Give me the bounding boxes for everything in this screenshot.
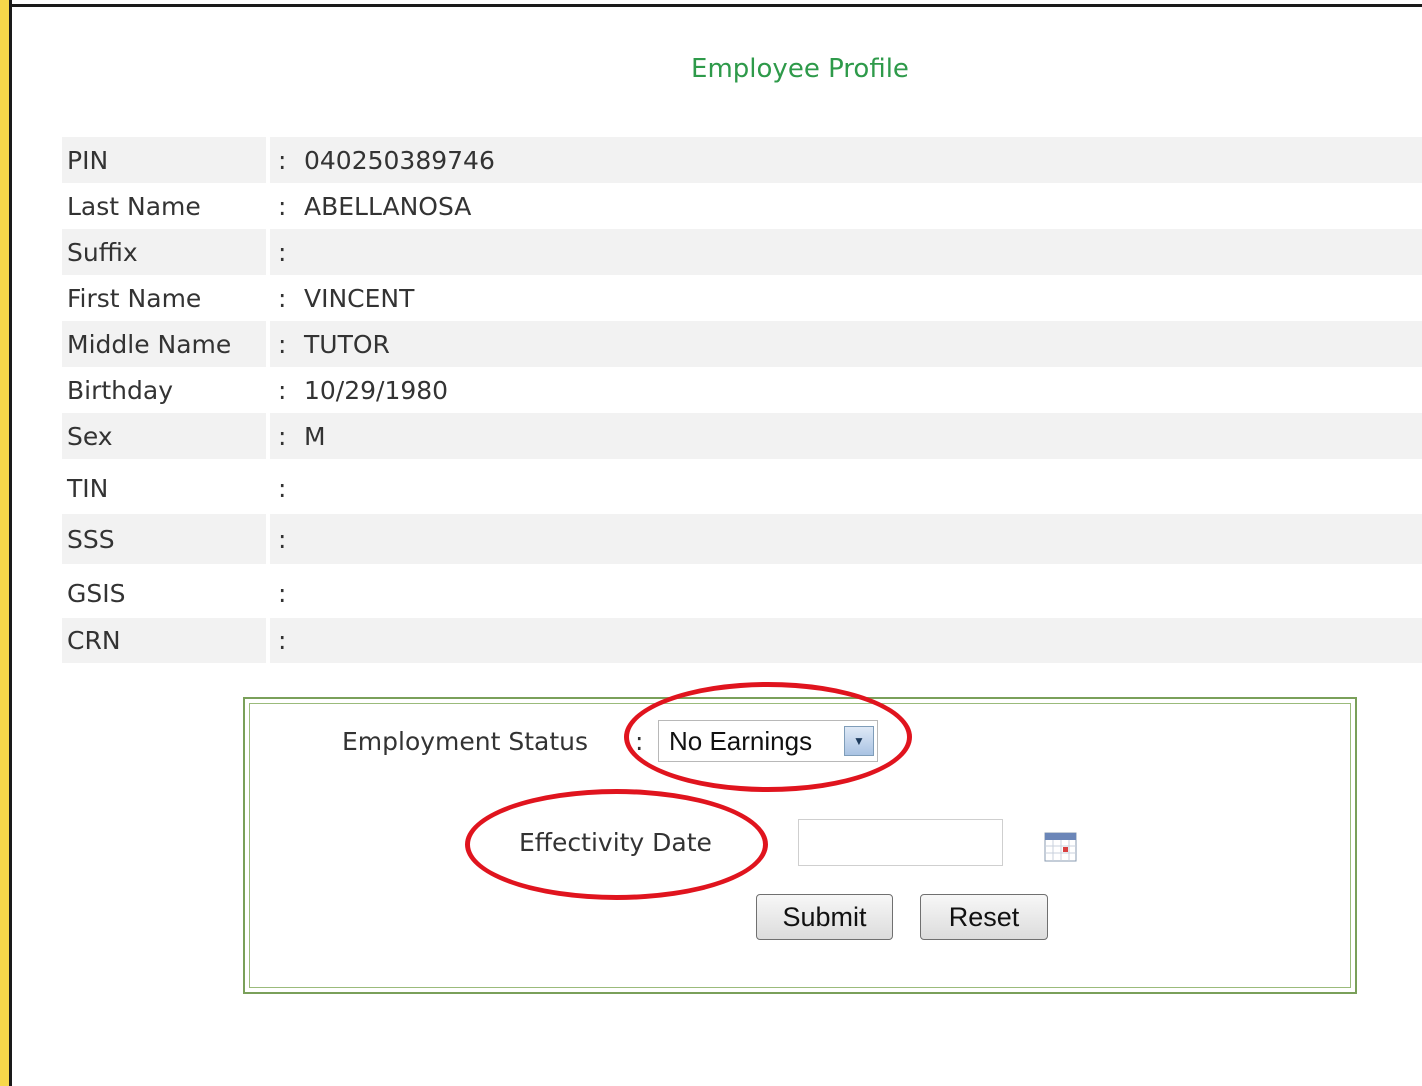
submit-button[interactable]: Submit: [756, 894, 893, 940]
field-label: First Name: [67, 283, 202, 313]
field-value: ABELLANOSA: [304, 191, 472, 221]
profile-row-sss: SSS :: [62, 514, 1422, 564]
separator: :: [278, 329, 287, 359]
profile-row-first-name: First Name : VINCENT: [62, 275, 1422, 321]
page-title: Employee Profile: [691, 54, 909, 84]
employment-status-select[interactable]: No Earnings ▼: [658, 720, 878, 762]
frame-top-border: [9, 4, 1422, 7]
field-label: CRN: [62, 618, 266, 663]
separator: :: [278, 283, 287, 313]
profile-row-gsis: GSIS :: [62, 568, 1422, 618]
field-label: Middle Name: [62, 321, 266, 367]
frame-left-strip: [0, 0, 9, 1086]
separator: :: [278, 524, 287, 554]
field-value: VINCENT: [304, 283, 415, 313]
separator: :: [278, 578, 287, 608]
separator: :: [278, 375, 287, 405]
profile-row-tin: TIN :: [62, 463, 1422, 513]
calendar-icon[interactable]: [1044, 832, 1077, 862]
field-label: Last Name: [67, 191, 201, 221]
profile-row-crn: CRN :: [62, 618, 1422, 663]
field-label: TIN: [67, 473, 109, 503]
chevron-down-icon[interactable]: ▼: [844, 726, 874, 756]
field-value: 10/29/1980: [304, 375, 449, 405]
employment-status-colon: :: [635, 727, 644, 756]
field-label: GSIS: [67, 578, 126, 608]
separator: :: [278, 145, 287, 175]
effectivity-date-input[interactable]: [798, 819, 1003, 866]
separator: :: [278, 421, 287, 451]
field-value: TUTOR: [304, 329, 390, 359]
frame-left-border: [9, 0, 12, 1086]
separator: :: [278, 626, 287, 655]
separator: :: [278, 473, 287, 503]
field-label: PIN: [62, 137, 266, 183]
profile-row-pin: PIN :040250389746: [62, 137, 1422, 183]
field-label: Birthday: [67, 375, 174, 405]
profile-row-suffix: Suffix :: [62, 229, 1422, 275]
profile-row-last-name: Last Name : ABELLANOSA: [62, 183, 1422, 229]
profile-row-birthday: Birthday :10/29/1980: [62, 367, 1422, 413]
reset-button[interactable]: Reset: [920, 894, 1048, 940]
profile-row-middle-name: Middle Name : TUTOR: [62, 321, 1422, 367]
effectivity-date-label: Effectivity Date: [519, 828, 712, 857]
field-value: 040250389746: [304, 145, 495, 175]
field-label: Suffix: [62, 229, 266, 275]
field-label: Sex: [62, 413, 266, 459]
separator: :: [278, 191, 287, 221]
profile-row-sex: Sex : M: [62, 413, 1422, 459]
separator: :: [278, 237, 287, 267]
field-label: SSS: [62, 514, 266, 564]
employment-status-value: No Earnings: [669, 725, 813, 756]
employment-status-label: Employment Status: [342, 727, 589, 756]
field-value: M: [304, 421, 326, 451]
